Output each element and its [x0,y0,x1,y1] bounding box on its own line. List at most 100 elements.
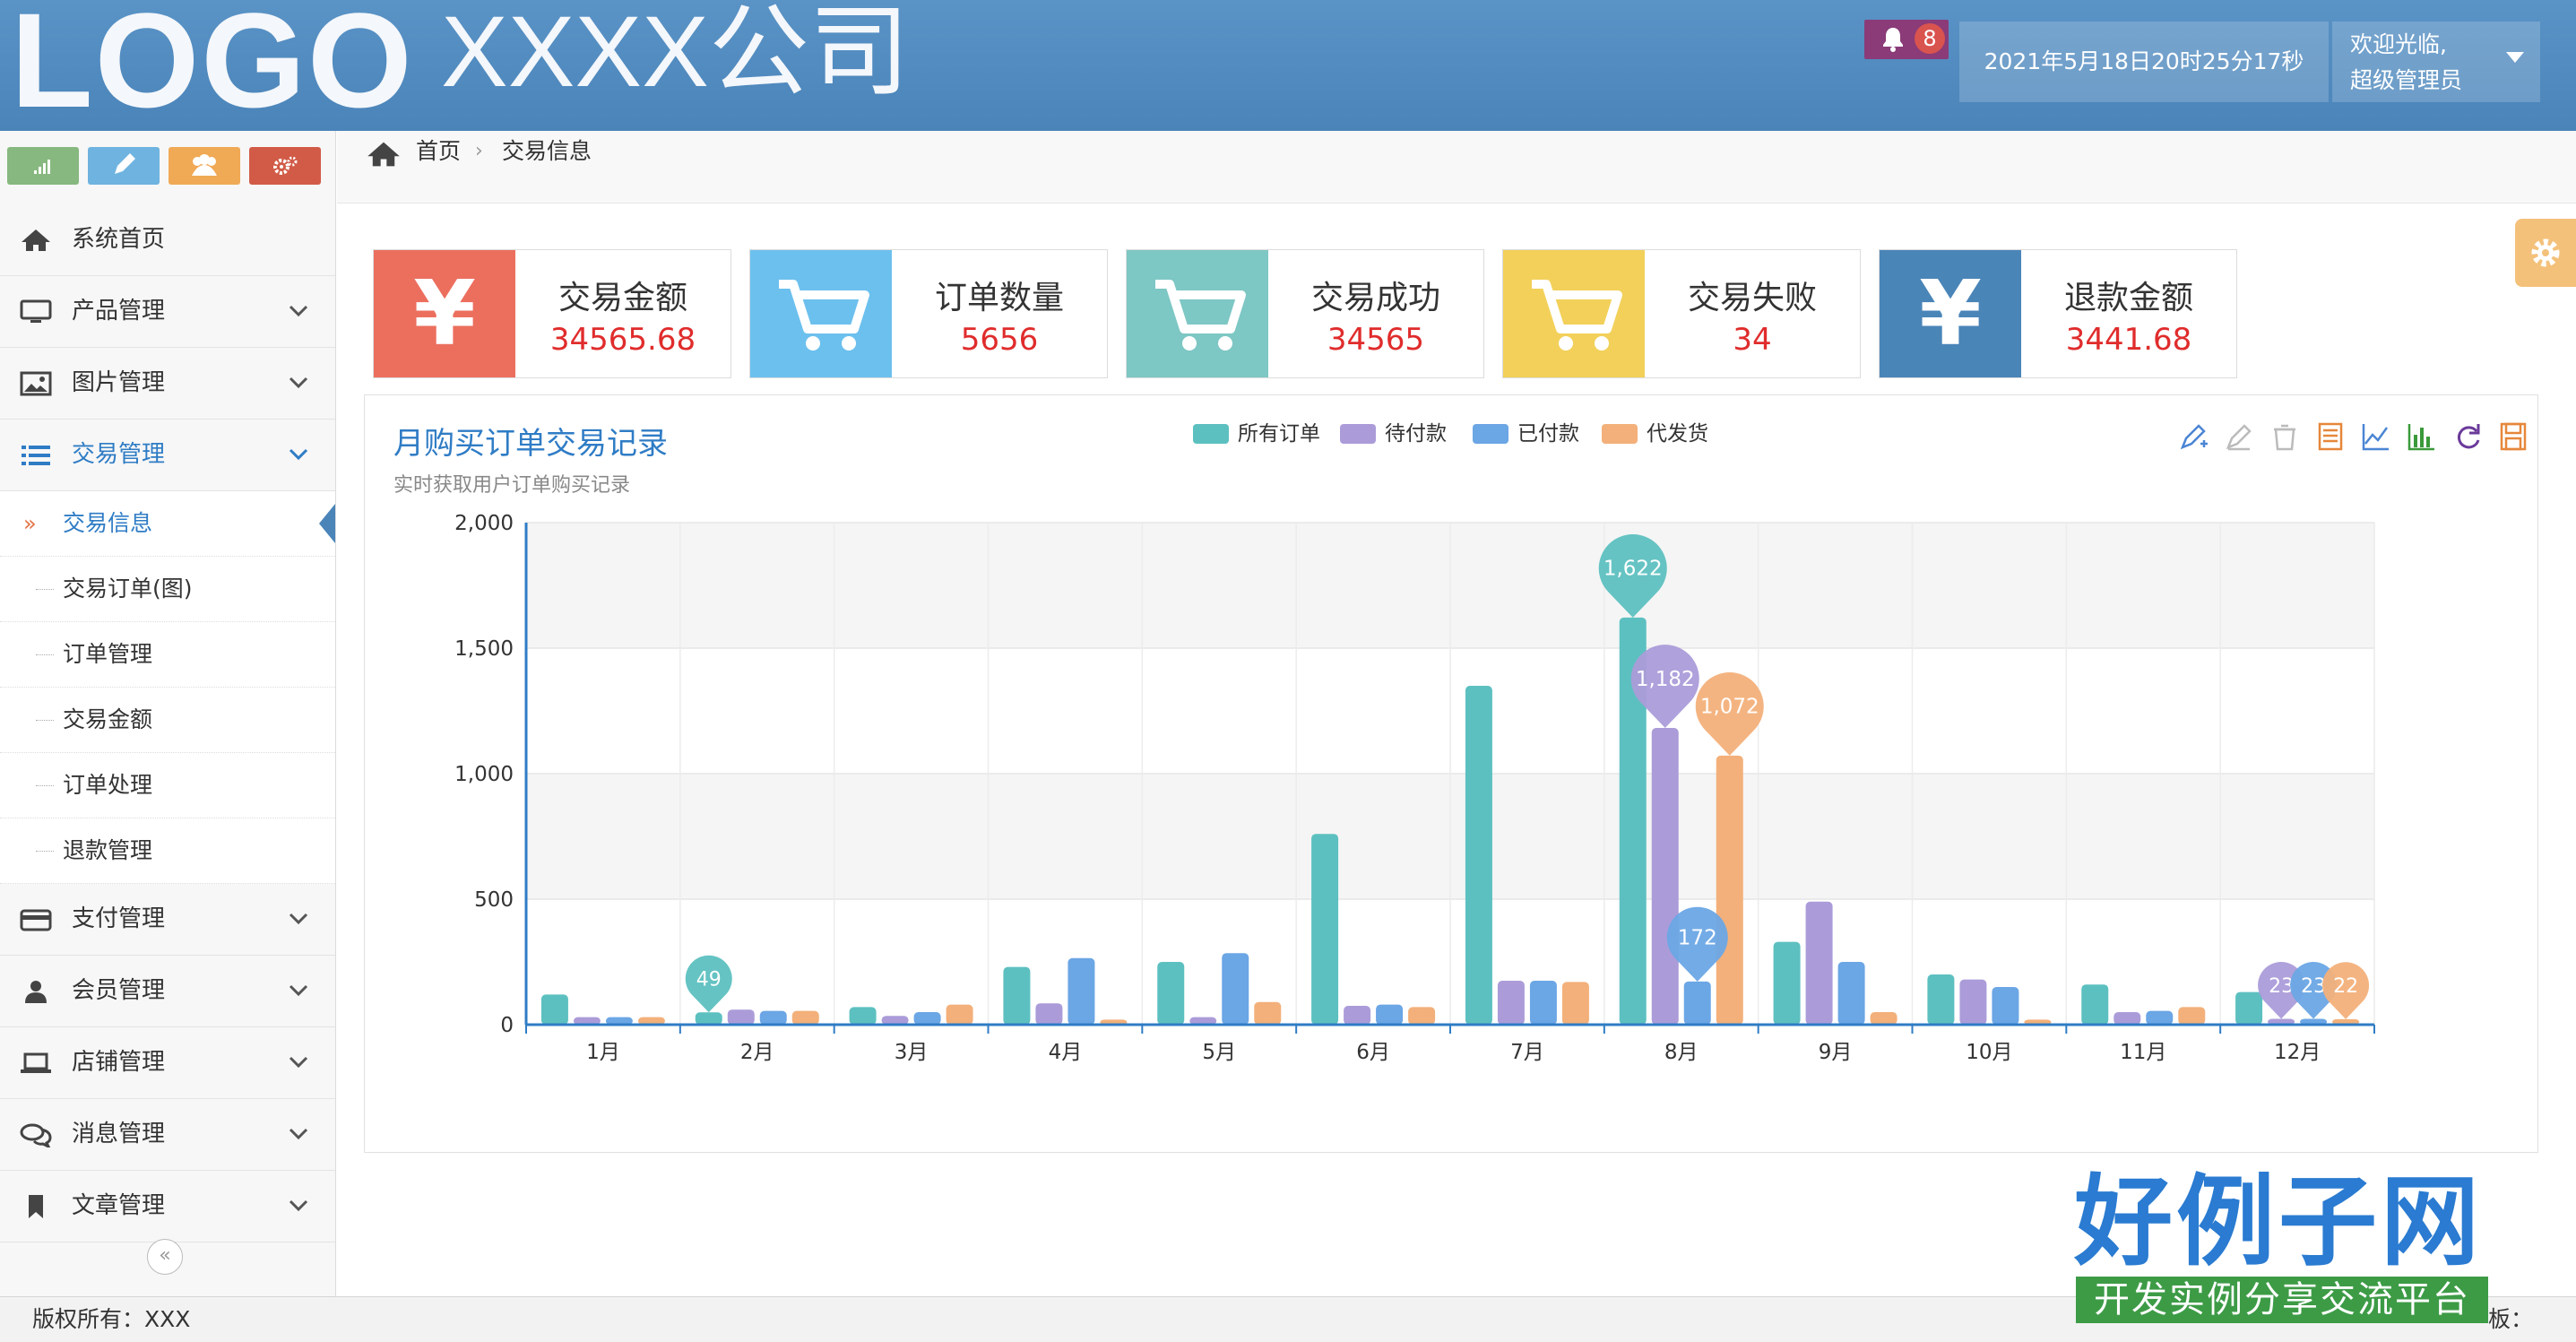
order-chart: 0 500 1,000 1,500 2,000 1月 2月 3月 4月 5月 6月 7月 8月 9月 10月… [454,512,2375,1064]
sidebar-item-payments[interactable]: 支付管理 [0,884,335,956]
x-tick-label: 5月 [1202,1041,1236,1064]
chart-bar[interactable] [1529,981,1557,1025]
sidebar-item-images[interactable]: 图片管理 [0,348,335,420]
submenu-dash [36,785,54,786]
chart-bar[interactable] [1497,981,1525,1025]
sidebar-item-messages[interactable]: 消息管理 [0,1099,335,1171]
shortcut-settings-button[interactable] [249,147,321,185]
chart-bar[interactable] [1157,962,1185,1025]
chart-bar[interactable] [1465,686,1492,1025]
submenu-item-label: 交易金额 [63,706,153,732]
chart-bar[interactable] [695,1012,722,1025]
yen-icon: ¥ [1919,261,1982,366]
chart-bar[interactable] [849,1007,877,1025]
chart-bar[interactable] [1773,941,1801,1025]
mark-undo-icon[interactable] [2221,419,2257,455]
submenu-dash [36,589,54,590]
stat-card-trade-amount[interactable]: ¥ 交易金额 34565.68 [373,249,731,378]
chart-bar[interactable] [913,1012,941,1025]
stat-card-value: 5656 [960,322,1039,358]
data-label: 23 [2301,975,2326,998]
chart-bar[interactable] [1716,755,1743,1025]
chart-bar[interactable] [1344,1006,1371,1025]
legend-label: 待付款 [1385,422,1447,446]
logo[interactable]: LOGO [11,0,414,136]
chart-bar[interactable] [1408,1007,1436,1025]
chart-bar[interactable] [2081,984,2109,1025]
chevron-down-icon [289,377,308,389]
sidebar-item-stores[interactable]: 店铺管理 [0,1027,335,1099]
chart-bar[interactable] [2146,1010,2174,1025]
chart-bar[interactable] [759,1010,787,1025]
home-icon[interactable] [366,140,402,169]
sidebar-item-products[interactable]: 产品管理 [0,276,335,348]
stat-card-trade-success[interactable]: 交易成功 34565 [1126,249,1484,378]
chart-bar[interactable] [2178,1007,2206,1025]
mark-icon[interactable] [2175,419,2211,455]
submenu-item-order-chart[interactable]: 交易订单(图) [0,557,335,622]
submenu-item-refunds[interactable]: 退款管理 [0,818,335,884]
chart-bar[interactable] [1376,1004,1404,1025]
x-tick-label: 3月 [895,1041,929,1064]
y-tick-label: 1,500 [454,637,514,661]
stat-card-icon-box: ¥ [1880,250,2021,377]
chart-bar[interactable] [1805,901,1833,1025]
welcome-text: 欢迎光临, [2350,31,2447,57]
notification-button[interactable]: 8 [1864,20,1949,59]
chart-bar[interactable] [1959,979,1987,1025]
mark-clear-icon[interactable] [2267,419,2303,455]
desktop-icon [20,299,52,323]
current-datetime: 2021年5月18日20时25分17秒 [1959,22,2329,102]
sidebar-item-transactions[interactable]: 交易管理 [0,420,335,491]
refresh-icon[interactable] [2450,419,2485,455]
chart-bar[interactable] [2114,1012,2141,1025]
data-view-icon[interactable] [2312,419,2348,455]
sidebar-item-members[interactable]: 会员管理 [0,956,335,1027]
chart-bar[interactable] [1927,974,1955,1025]
user-menu[interactable]: 欢迎光临, 超级管理员 [2332,22,2540,102]
chart-bar[interactable] [1683,981,1711,1025]
yen-icon: ¥ [413,261,476,366]
breadcrumb-home-link[interactable]: 首页 [416,131,461,172]
shortcut-edit-button[interactable] [88,147,160,185]
chart-bar[interactable] [1254,1001,1282,1025]
sidebar-collapse-button[interactable]: « [147,1239,183,1275]
submenu-item-order-processing[interactable]: 订单处理 [0,753,335,818]
comments-icon [20,1123,52,1147]
chart-bar[interactable] [1651,728,1679,1025]
shortcut-stats-button[interactable] [7,147,79,185]
chart-bar[interactable] [1003,966,1031,1025]
chart-bar[interactable] [1837,962,1865,1025]
submenu-item-label: 交易信息 [63,510,153,536]
stat-card-refund-amount[interactable]: ¥ 退款金额 3441.68 [1879,249,2237,378]
legend-label: 所有订单 [1238,422,1320,446]
data-label: 23 [2269,975,2294,998]
chart-bar[interactable] [1068,957,1095,1025]
transactions-submenu: » 交易信息 交易订单(图) 订单管理 交易金额 订单处理 退款管理 [0,491,335,884]
save-image-icon[interactable] [2495,419,2531,455]
chart-bar[interactable] [540,994,568,1025]
bar-chart-icon[interactable] [2404,419,2440,455]
submenu-item-amount[interactable]: 交易金额 [0,688,335,753]
submenu-item-orders[interactable]: 订单管理 [0,622,335,688]
sidebar-item-articles[interactable]: 文章管理 [0,1171,335,1242]
line-chart-icon[interactable] [2358,419,2394,455]
chart-bar[interactable] [2235,991,2263,1025]
shortcut-users-button[interactable] [169,147,240,185]
settings-panel-toggle[interactable] [2515,219,2576,287]
chart-bar[interactable] [1870,1012,1897,1025]
chart-bar[interactable] [1561,982,1589,1025]
chart-bar[interactable] [1992,987,2019,1025]
chart-bar[interactable] [791,1010,819,1025]
submenu-item-label: 交易订单(图) [63,576,193,602]
cart-icon [1155,280,1246,351]
chart-bar[interactable] [727,1009,755,1025]
chart-bar[interactable] [1222,953,1249,1025]
sidebar-item-home[interactable]: 系统首页 [0,204,335,276]
chart-bar[interactable] [946,1004,973,1025]
stat-card-trade-failed[interactable]: 交易失败 34 [1502,249,1861,378]
stat-card-order-count[interactable]: 订单数量 5656 [749,249,1108,378]
chart-bar[interactable] [1311,834,1339,1025]
submenu-item-transaction-info[interactable]: » 交易信息 [0,491,335,557]
chart-bar[interactable] [1035,1003,1063,1025]
